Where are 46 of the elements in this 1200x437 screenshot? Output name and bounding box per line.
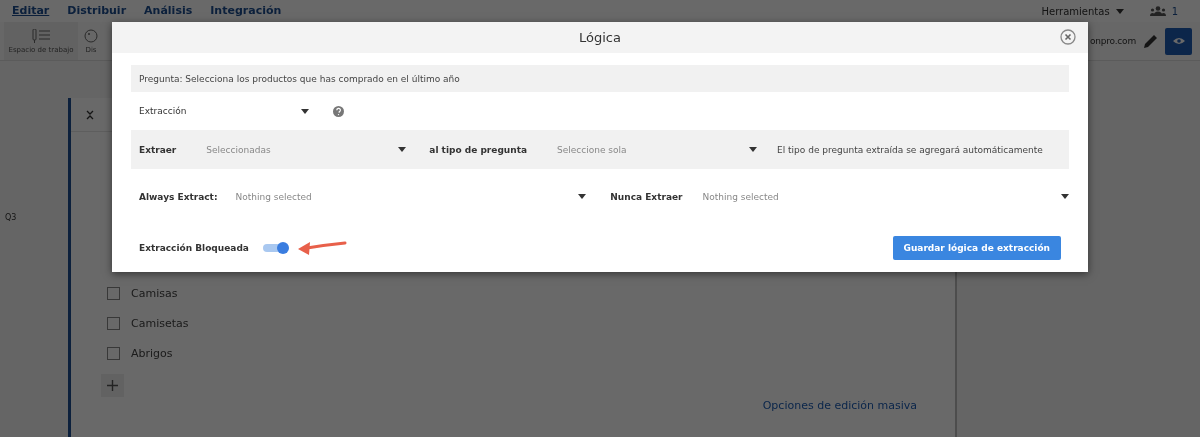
user-count: 1 — [1171, 5, 1178, 17]
account-text: onpro.com — [1089, 36, 1136, 46]
nav-tab[interactable]: Análisis — [144, 4, 193, 18]
question-number: Q3 — [5, 213, 17, 222]
preview-button[interactable] — [1165, 27, 1192, 55]
caret-icon — [578, 194, 587, 199]
plus-icon — [107, 380, 118, 391]
tools-menu[interactable]: Herramientas — [1041, 5, 1110, 17]
checkbox[interactable] — [107, 316, 120, 330]
option-label: Camisetas — [131, 316, 189, 330]
always-extract-dropdown[interactable]: Nothing selected — [235, 191, 587, 202]
nav-tab[interactable]: Editar — [12, 4, 50, 18]
nav-tab[interactable]: Integración — [210, 4, 282, 18]
never-extract-dropdown[interactable]: Nothing selected — [702, 191, 1069, 202]
checkbox[interactable] — [107, 286, 120, 300]
close-icon[interactable] — [1060, 29, 1076, 45]
caret-icon — [301, 108, 309, 114]
help-icon[interactable] — [333, 105, 344, 117]
caret-icon — [749, 147, 758, 152]
save-button[interactable]: Guardar lógica de extracción — [892, 236, 1061, 260]
caret-icon — [1061, 194, 1069, 199]
field-label: al tipo de pregunta — [429, 144, 528, 155]
field-label: Nunca Extraer — [610, 191, 683, 202]
eye-icon — [1172, 37, 1185, 45]
collapse-icon[interactable] — [86, 109, 94, 120]
option-label: Camisas — [131, 286, 178, 300]
field-label: Extraer — [139, 144, 177, 155]
toggle-label: Extracción Bloqueada — [139, 243, 249, 253]
dialog-title: Lógica — [579, 30, 621, 45]
checkbox[interactable] — [107, 346, 120, 360]
users-icon[interactable] — [1149, 6, 1166, 16]
caret-icon — [1115, 8, 1124, 14]
question-text: Pregunta: Selecciona los productos que has comprado en el último año — [139, 73, 460, 84]
question-type-dropdown[interactable]: Seleccione sola — [557, 144, 758, 155]
option-label: Abrigos — [131, 346, 173, 360]
bulk-edit-link[interactable]: Opciones de edición masiva — [762, 399, 917, 412]
caret-icon — [398, 147, 407, 152]
add-option-button[interactable] — [101, 374, 124, 397]
field-label: Always Extract: — [139, 191, 218, 202]
extraction-dropdown[interactable]: Extracción — [139, 106, 309, 116]
list-icon — [32, 28, 50, 43]
info-text: El tipo de pregunta extraída se agregará automáticamente — [777, 144, 1043, 155]
toggle-switch[interactable] — [262, 244, 287, 252]
pencil-icon[interactable] — [1144, 34, 1157, 48]
extract-dropdown[interactable]: Seleccionadas — [206, 144, 407, 155]
nav-tab[interactable]: Distribuir — [67, 4, 127, 18]
